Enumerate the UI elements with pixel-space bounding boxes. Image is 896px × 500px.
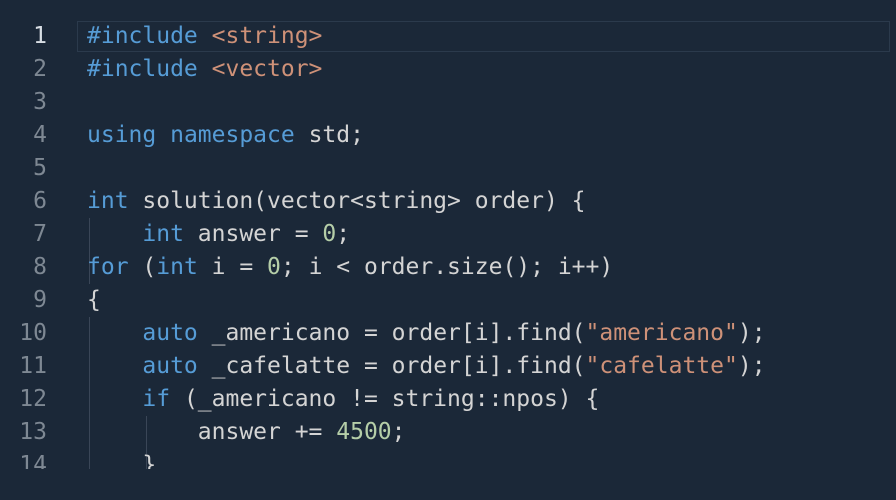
- code-line[interactable]: 5: [0, 152, 896, 185]
- code-token: 0: [322, 221, 337, 247]
- code-token: (_americano != string::npos) {: [183, 386, 600, 412]
- code-line[interactable]: 7 int answer = 0;: [0, 218, 896, 251]
- line-number: 1: [33, 23, 47, 49]
- code-token: "cafelatte": [585, 353, 738, 379]
- code-line[interactable]: 11 auto _cafelatte = order[i].find("cafe…: [0, 350, 896, 383]
- code-token: int: [156, 254, 212, 280]
- code-token: <string>: [211, 23, 323, 49]
- code-line[interactable]: 12 if (_americano != string::npos) {: [0, 383, 896, 416]
- code-token: _cafelatte = order[i].find(: [211, 353, 586, 379]
- line-number: 10: [19, 320, 47, 346]
- line-number: 5: [33, 155, 47, 181]
- code-viewport[interactable]: 1 #include <string> 2 #include <vector> 3 4 us…: [0, 20, 896, 469]
- code-line[interactable]: 13 answer += 4500;: [0, 416, 896, 449]
- code-line[interactable]: 6 int solution(vector<string> order) {: [0, 185, 896, 218]
- line-number: 7: [33, 221, 47, 247]
- code-line[interactable]: 4 using namespace std;: [0, 119, 896, 152]
- line-number: 11: [19, 353, 47, 379]
- code-token: int: [142, 221, 198, 247]
- code-token: if: [142, 386, 184, 412]
- code-token: auto: [142, 353, 212, 379]
- code-token: 4500: [336, 419, 392, 445]
- code-token: std;: [308, 122, 364, 148]
- code-text[interactable]: #include <vector>: [87, 53, 322, 86]
- code-token: for: [87, 254, 143, 280]
- code-token: (: [142, 254, 157, 280]
- code-text[interactable]: int solution(vector<string> order) {: [87, 185, 586, 218]
- code-token: 0: [267, 254, 281, 280]
- line-number: 13: [19, 419, 47, 445]
- line-number: 2: [33, 56, 47, 82]
- code-token: #include: [87, 56, 212, 82]
- code-token: );: [737, 320, 766, 346]
- line-number: 9: [33, 287, 47, 313]
- code-line[interactable]: 9{: [0, 284, 896, 317]
- code-token: ;: [391, 419, 406, 445]
- code-line[interactable]: 1 #include <string>: [0, 20, 896, 53]
- code-editor[interactable]: 1 #include <string> 2 #include <vector> 3 4 us…: [0, 0, 896, 500]
- code-text[interactable]: }: [87, 449, 156, 469]
- code-token: );: [737, 353, 766, 379]
- code-line[interactable]: 3: [0, 86, 896, 119]
- code-text[interactable]: int answer = 0;: [87, 218, 350, 251]
- code-token: i =: [211, 254, 268, 280]
- code-text[interactable]: {: [87, 284, 101, 317]
- code-line[interactable]: 8 for (int i = 0; i < order.size(); i++): [0, 251, 896, 284]
- line-number: 8: [33, 254, 47, 280]
- code-token: int: [87, 188, 143, 214]
- line-number: 12: [19, 386, 47, 412]
- code-token: <vector>: [211, 56, 323, 82]
- code-token: solution(vector<string> order) {: [142, 188, 586, 214]
- code-text[interactable]: if (_americano != string::npos) {: [87, 383, 599, 416]
- code-token: using: [87, 122, 171, 148]
- code-text[interactable]: for (int i = 0; i < order.size(); i++): [87, 251, 613, 284]
- line-number: 3: [33, 89, 47, 115]
- code-token: ; i < order.size(); i++): [280, 254, 614, 280]
- code-token: answer =: [197, 221, 323, 247]
- code-line[interactable]: 14 }: [0, 449, 896, 469]
- code-text[interactable]: answer += 4500;: [87, 416, 406, 449]
- code-line[interactable]: 2 #include <vector>: [0, 53, 896, 86]
- line-number: 4: [33, 122, 47, 148]
- code-token: auto: [142, 320, 212, 346]
- code-text[interactable]: auto _cafelatte = order[i].find("cafelat…: [87, 350, 766, 383]
- code-token: "americano": [585, 320, 738, 346]
- line-number: 14: [19, 452, 47, 469]
- code-token: namespace: [170, 122, 309, 148]
- code-token: }: [142, 452, 157, 469]
- code-text[interactable]: auto _americano = order[i].find("america…: [87, 317, 766, 350]
- line-number: 6: [33, 188, 47, 214]
- code-token: answer +=: [197, 419, 337, 445]
- code-token: {: [87, 287, 101, 313]
- code-token: _americano = order[i].find(: [211, 320, 586, 346]
- code-text[interactable]: #include <string>: [87, 20, 322, 53]
- code-text[interactable]: using namespace std;: [87, 119, 364, 152]
- code-token: #include: [87, 23, 212, 49]
- code-token: ;: [336, 221, 351, 247]
- code-line[interactable]: 10 auto _americano = order[i].find("amer…: [0, 317, 896, 350]
